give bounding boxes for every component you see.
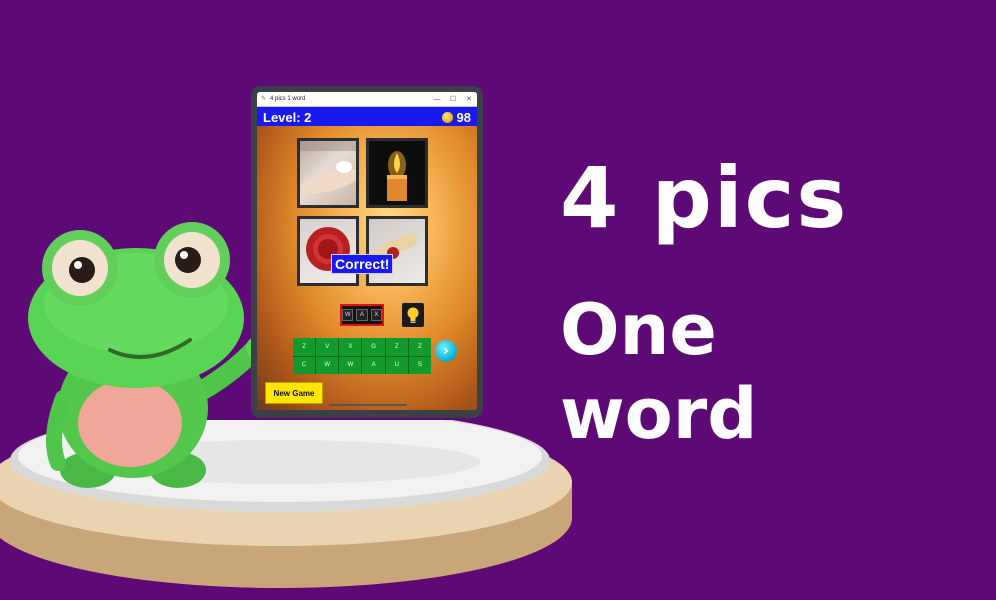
letter-key[interactable]: X	[339, 338, 362, 356]
level-label: Level: 2	[263, 109, 312, 125]
letter-key[interactable]: G	[362, 338, 385, 356]
frog-mascot-illustration	[28, 222, 270, 488]
headline-line-1: 4 pics	[560, 149, 849, 247]
correct-feedback-label: Correct!	[331, 254, 394, 274]
answer-slots: W A X	[340, 304, 384, 326]
next-level-button[interactable]: ›	[435, 340, 457, 362]
maximize-button[interactable]: ☐	[445, 95, 461, 103]
answer-slot[interactable]: W	[342, 309, 354, 321]
letter-key[interactable]: Z	[385, 338, 408, 356]
wax-seal-photo	[297, 216, 359, 286]
hint-button[interactable]	[402, 303, 424, 327]
letter-key[interactable]: A	[362, 356, 385, 374]
lightbulb-icon	[407, 307, 419, 323]
app-icon: ✎	[261, 96, 267, 102]
letter-key[interactable]: W	[316, 356, 339, 374]
letter-key[interactable]: C	[293, 356, 316, 374]
tablet-device: ✎ 4 pics 1 word — ☐ ✕ Level: 2 98 Correc…	[251, 86, 483, 418]
letter-key[interactable]: Z	[408, 338, 431, 356]
letter-key[interactable]: Z	[293, 338, 316, 356]
minimize-button[interactable]: —	[429, 96, 445, 103]
headline-line-2: One word	[560, 289, 758, 455]
letter-keyboard: Z V X G Z Z C W W A U S	[293, 338, 431, 374]
headline: 4 pics One word	[560, 150, 920, 456]
close-button[interactable]: ✕	[461, 95, 477, 103]
level-bar: Level: 2 98	[257, 107, 477, 127]
game-window: ✎ 4 pics 1 word — ☐ ✕ Level: 2 98 Correc…	[257, 92, 477, 410]
letter-key[interactable]: V	[316, 338, 339, 356]
coin-counter: 98	[441, 109, 471, 125]
answer-slot[interactable]: X	[370, 309, 382, 321]
coin-count: 98	[456, 109, 471, 125]
window-title: 4 pics 1 word	[270, 96, 306, 102]
letter-key[interactable]: W	[339, 356, 362, 374]
scroll-indicator	[329, 404, 407, 406]
hair-removal-photo	[297, 138, 359, 208]
letter-key[interactable]: S	[408, 356, 431, 374]
chevron-right-icon: ›	[443, 343, 449, 359]
letter-key[interactable]: U	[385, 356, 408, 374]
new-game-button[interactable]: New Game	[265, 382, 323, 404]
game-area: Correct! W A X Z V X G Z Z C W W A U S ›…	[257, 126, 477, 410]
sealed-scroll-photo	[366, 216, 428, 286]
coin-icon	[441, 111, 453, 123]
candle-photo	[366, 138, 428, 208]
window-titlebar: ✎ 4 pics 1 word — ☐ ✕	[257, 92, 477, 107]
answer-slot[interactable]: A	[356, 309, 368, 321]
